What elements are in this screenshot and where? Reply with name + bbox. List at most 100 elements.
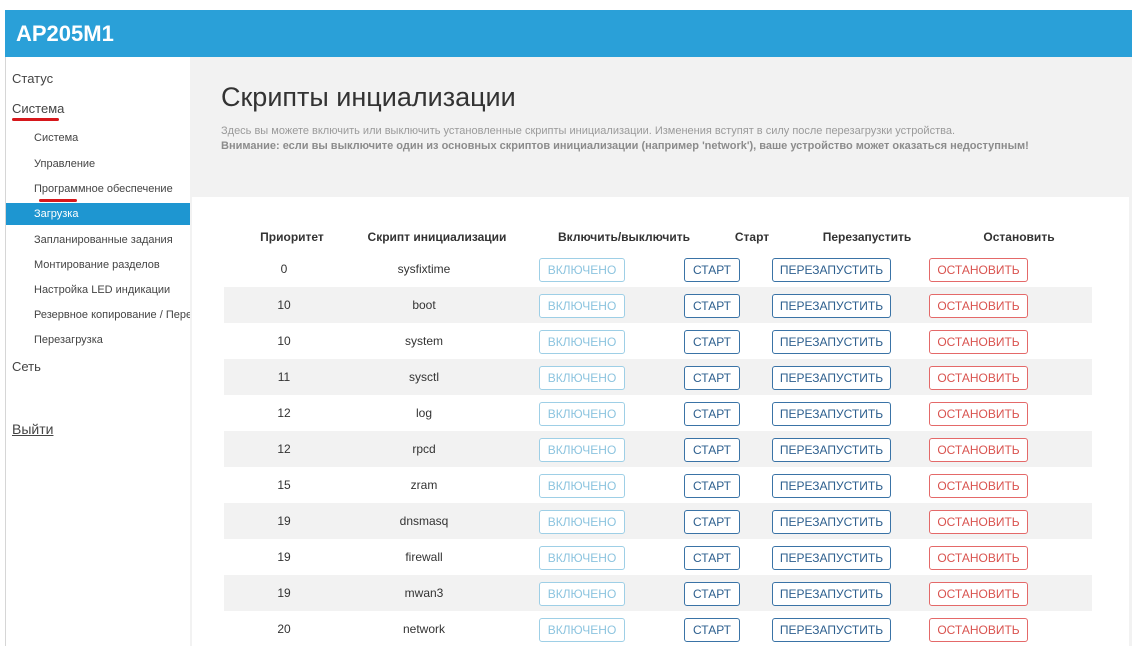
enabled-toggle-button[interactable]: ВКЛЮЧЕНО	[539, 330, 625, 354]
script-name-cell: rpcd	[412, 442, 436, 456]
logout-link[interactable]: Выйти	[12, 421, 53, 437]
start-button[interactable]: СТАРТ	[684, 618, 740, 642]
top-bar: AP205M1	[5, 10, 1132, 57]
enabled-toggle-button[interactable]: ВКЛЮЧЕНО	[539, 294, 625, 318]
enabled-toggle-button[interactable]: ВКЛЮЧЕНО	[539, 402, 625, 426]
restart-button[interactable]: ПЕРЕЗАПУСТИТЬ	[772, 330, 891, 354]
stop-button[interactable]: ОСТАНОВИТЬ	[929, 618, 1028, 642]
col-header-restart: Перезапустить	[822, 230, 912, 244]
col-header-start: Старт	[734, 230, 770, 244]
sidebar-item-led-config[interactable]: Настройка LED индикации	[6, 279, 190, 301]
stop-button[interactable]: ОСТАНОВИТЬ	[929, 510, 1028, 534]
col-header-stop: Остановить	[983, 230, 1055, 244]
start-button[interactable]: СТАРТ	[684, 294, 740, 318]
script-name-cell: firewall	[405, 550, 443, 564]
script-name-cell: mwan3	[404, 586, 444, 600]
start-button[interactable]: СТАРТ	[684, 510, 740, 534]
script-name-cell: network	[402, 622, 446, 636]
restart-button[interactable]: ПЕРЕЗАПУСТИТЬ	[772, 618, 891, 642]
boot-red-underline	[39, 199, 77, 202]
start-button[interactable]: СТАРТ	[684, 258, 740, 282]
col-header-priority: Приоритет	[260, 230, 324, 244]
restart-button[interactable]: ПЕРЕЗАПУСТИТЬ	[772, 366, 891, 390]
script-name-cell: dnsmasq	[399, 514, 449, 528]
stop-button[interactable]: ОСТАНОВИТЬ	[929, 546, 1028, 570]
script-name-cell: system	[404, 334, 443, 348]
priority-cell: 15	[277, 478, 291, 492]
sidebar-item-reboot[interactable]: Перезагрузка	[6, 329, 190, 351]
enabled-toggle-button[interactable]: ВКЛЮЧЕНО	[539, 438, 625, 462]
restart-button[interactable]: ПЕРЕЗАПУСТИТЬ	[772, 294, 891, 318]
page-description: Здесь вы можете включить или выключить у…	[221, 124, 1101, 154]
nav-network[interactable]: Сеть	[12, 359, 41, 374]
stop-button[interactable]: ОСТАНОВИТЬ	[929, 402, 1028, 426]
sidebar-item-management[interactable]: Управление	[6, 153, 190, 175]
system-red-underline	[12, 118, 59, 121]
restart-button[interactable]: ПЕРЕЗАПУСТИТЬ	[772, 438, 891, 462]
enabled-toggle-button[interactable]: ВКЛЮЧЕНО	[539, 582, 625, 606]
priority-cell: 12	[277, 442, 291, 456]
table-row: 19 dnsmasq ВКЛЮЧЕНО СТАРТ ПЕРЕЗАПУСТИТЬ ОСТАН…	[224, 503, 1092, 539]
init-scripts-panel: Приоритет Скрипт инициализации Включить/…	[192, 197, 1129, 646]
enabled-toggle-button[interactable]: ВКЛЮЧЕНО	[539, 546, 625, 570]
table-row: 20 network ВКЛЮЧЕНО СТАРТ ПЕРЕЗАПУСТИТЬ ОСТАН…	[224, 611, 1092, 647]
priority-cell: 19	[277, 586, 291, 600]
sidebar-item-backup-flash[interactable]: Резервное копирование / Перепрошивка	[6, 304, 190, 326]
main-content: Скрипты инциализации Здесь вы можете вкл…	[190, 57, 1132, 646]
priority-cell: 19	[277, 514, 291, 528]
enabled-toggle-button[interactable]: ВКЛЮЧЕНО	[539, 366, 625, 390]
script-name-cell: sysfixtime	[397, 262, 451, 276]
priority-cell: 0	[280, 262, 288, 276]
start-button[interactable]: СТАРТ	[684, 582, 740, 606]
table-row: 11 sysctl ВКЛЮЧЕНО СТАРТ ПЕРЕЗАПУСТИТЬ ОСТАНО…	[224, 359, 1092, 395]
sidebar-item-software[interactable]: Программное обеспечение	[6, 178, 190, 200]
start-button[interactable]: СТАРТ	[684, 402, 740, 426]
page-title: Скрипты инциализации	[221, 82, 516, 112]
stop-button[interactable]: ОСТАНОВИТЬ	[929, 582, 1028, 606]
start-button[interactable]: СТАРТ	[684, 330, 740, 354]
table-row: 15 zram ВКЛЮЧЕНО СТАРТ ПЕРЕЗАПУСТИТЬ ОСТАНОВИ…	[224, 467, 1092, 503]
start-button[interactable]: СТАРТ	[684, 474, 740, 498]
script-name-cell: sysctl	[409, 370, 439, 384]
enabled-toggle-button[interactable]: ВКЛЮЧЕНО	[539, 474, 625, 498]
device-title: AP205M1	[16, 21, 114, 46]
enabled-toggle-button[interactable]: ВКЛЮЧЕНО	[539, 618, 625, 642]
script-name-cell: log	[415, 406, 432, 420]
description-text: Здесь вы можете включить или выключить у…	[221, 125, 956, 137]
restart-button[interactable]: ПЕРЕЗАПУСТИТЬ	[772, 582, 891, 606]
stop-button[interactable]: ОСТАНОВИТЬ	[929, 366, 1028, 390]
stop-button[interactable]: ОСТАНОВИТЬ	[929, 330, 1028, 354]
start-button[interactable]: СТАРТ	[684, 546, 740, 570]
priority-cell: 10	[277, 298, 291, 312]
priority-cell: 19	[277, 550, 291, 564]
script-name-cell: boot	[412, 298, 436, 312]
enabled-toggle-button[interactable]: ВКЛЮЧЕНО	[539, 258, 625, 282]
start-button[interactable]: СТАРТ	[684, 366, 740, 390]
stop-button[interactable]: ОСТАНОВИТЬ	[929, 474, 1028, 498]
enabled-toggle-button[interactable]: ВКЛЮЧЕНО	[539, 510, 625, 534]
sidebar-item-boot[interactable]: Загрузка	[6, 203, 190, 225]
restart-button[interactable]: ПЕРЕЗАПУСТИТЬ	[772, 402, 891, 426]
table-row: 10 boot ВКЛЮЧЕНО СТАРТ ПЕРЕЗАПУСТИТЬ ОСТАНОВИ…	[224, 287, 1092, 323]
restart-button[interactable]: ПЕРЕЗАПУСТИТЬ	[772, 258, 891, 282]
priority-cell: 11	[277, 370, 291, 384]
nav-status[interactable]: Статус	[12, 71, 53, 86]
table-row: 19 mwan3 ВКЛЮЧЕНО СТАРТ ПЕРЕЗАПУСТИТЬ ОСТАНОВ…	[224, 575, 1092, 611]
warning-text: Внимание: если вы выключите один из осно…	[221, 140, 1029, 152]
stop-button[interactable]: ОСТАНОВИТЬ	[929, 294, 1028, 318]
stop-button[interactable]: ОСТАНОВИТЬ	[929, 438, 1028, 462]
sidebar-item-scheduled-tasks[interactable]: Запланированные задания	[6, 229, 190, 251]
col-header-toggle: Включить/выключить	[558, 230, 690, 244]
start-button[interactable]: СТАРТ	[684, 438, 740, 462]
priority-cell: 10	[277, 334, 291, 348]
table-row: 0 sysfixtime ВКЛЮЧЕНО СТАРТ ПЕРЕЗАПУСТИТЬ ОСТ…	[224, 251, 1092, 287]
restart-button[interactable]: ПЕРЕЗАПУСТИТЬ	[772, 474, 891, 498]
sidebar-item-system[interactable]: Система	[6, 127, 190, 149]
col-header-script: Скрипт инициализации	[367, 230, 507, 244]
table-row: 12 log ВКЛЮЧЕНО СТАРТ ПЕРЕЗАПУСТИТЬ ОСТАНОВИТ…	[224, 395, 1092, 431]
restart-button[interactable]: ПЕРЕЗАПУСТИТЬ	[772, 546, 891, 570]
restart-button[interactable]: ПЕРЕЗАПУСТИТЬ	[772, 510, 891, 534]
stop-button[interactable]: ОСТАНОВИТЬ	[929, 258, 1028, 282]
nav-system[interactable]: Система	[12, 101, 64, 116]
sidebar-item-mount-points[interactable]: Монтирование разделов	[6, 254, 190, 276]
